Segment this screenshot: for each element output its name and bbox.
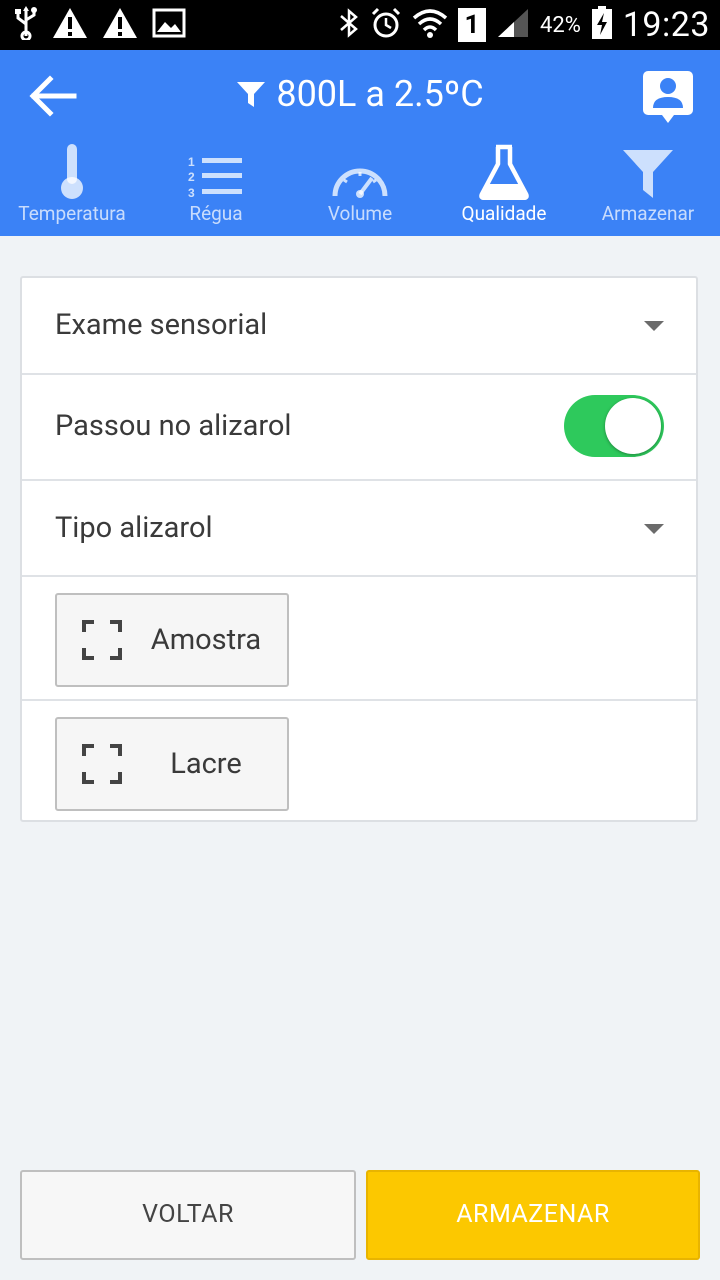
title-group: 800L a 2.5ºC — [0, 68, 720, 120]
flask-icon — [474, 142, 534, 200]
seal-row: Lacre — [22, 701, 696, 820]
tab-label: Volume — [327, 202, 393, 225]
tab-label: Régua — [189, 202, 243, 225]
tab-label: Armazenar — [601, 202, 695, 225]
tab-label: Qualidade — [461, 202, 547, 225]
alarm-icon — [370, 7, 402, 43]
sensory-exam-label: Exame sensorial — [55, 308, 268, 342]
wifi-icon — [412, 7, 448, 43]
dropdown-caret-icon — [644, 524, 664, 534]
battery-percent: 42% — [539, 12, 581, 38]
quality-form-card: Exame sensorial Passou no alizarol Tipo … — [20, 276, 698, 822]
scan-seal-button[interactable]: Lacre — [55, 717, 289, 811]
tab-volume[interactable]: Volume — [288, 140, 432, 236]
signal-icon — [496, 7, 530, 43]
sensory-exam-select[interactable]: Exame sensorial — [22, 278, 696, 375]
svg-text:2: 2 — [188, 170, 195, 184]
gauge-icon — [330, 142, 390, 200]
step-tabs: Temperatura 12 3 Régua Volume Qualidade A… — [0, 140, 720, 236]
funnel-icon — [618, 142, 678, 200]
alizarol-passed-row: Passou no alizarol — [22, 375, 696, 481]
bluetooth-icon — [338, 7, 360, 43]
profile-button[interactable] — [642, 70, 694, 124]
image-icon — [152, 8, 186, 42]
alizarol-type-select[interactable]: Tipo alizarol — [22, 481, 696, 577]
dropdown-caret-icon — [644, 321, 664, 331]
scan-sample-label: Amostra — [150, 623, 262, 657]
system-indicators: 1 42% 19:23 — [338, 0, 710, 50]
app-header: 800L a 2.5ºC Temperatura 12 3 Régua Volum… — [0, 50, 720, 236]
scan-sample-button[interactable]: Amostra — [55, 593, 289, 687]
svg-text:3: 3 — [188, 186, 195, 200]
scan-seal-label: Lacre — [170, 747, 242, 781]
battery-charging-icon — [591, 6, 613, 44]
store-button[interactable]: ARMAZENAR — [366, 1170, 700, 1260]
user-profile-icon — [643, 71, 693, 123]
svg-text:1: 1 — [188, 155, 195, 169]
status-bar: 1 42% 19:23 — [0, 0, 720, 50]
toggle-knob — [605, 398, 661, 454]
usb-icon — [14, 6, 38, 44]
alizarol-passed-toggle[interactable] — [564, 395, 664, 457]
notification-icons — [14, 6, 186, 44]
scan-frame-icon — [82, 620, 122, 660]
tab-qualidade[interactable]: Qualidade — [432, 140, 576, 236]
tab-armazenar[interactable]: Armazenar — [576, 140, 720, 236]
tab-temperatura[interactable]: Temperatura — [0, 140, 144, 236]
sample-row: Amostra — [22, 577, 696, 701]
tab-regua[interactable]: 12 3 Régua — [144, 140, 288, 236]
scan-frame-icon — [82, 744, 122, 784]
numbered-list-icon: 12 3 — [186, 142, 246, 200]
funnel-icon — [237, 82, 266, 107]
back-button[interactable]: VOLTAR — [20, 1170, 356, 1260]
sim-slot-icon: 1 — [457, 8, 486, 42]
clock: 19:23 — [622, 5, 710, 45]
tab-label: Temperatura — [18, 202, 126, 225]
warning-icon — [102, 7, 138, 43]
page-title: 800L a 2.5ºC — [276, 73, 484, 115]
thermometer-icon — [42, 142, 102, 200]
alizarol-type-label: Tipo alizarol — [55, 511, 213, 545]
warning-icon — [52, 7, 88, 43]
alizarol-passed-label: Passou no alizarol — [55, 409, 292, 443]
